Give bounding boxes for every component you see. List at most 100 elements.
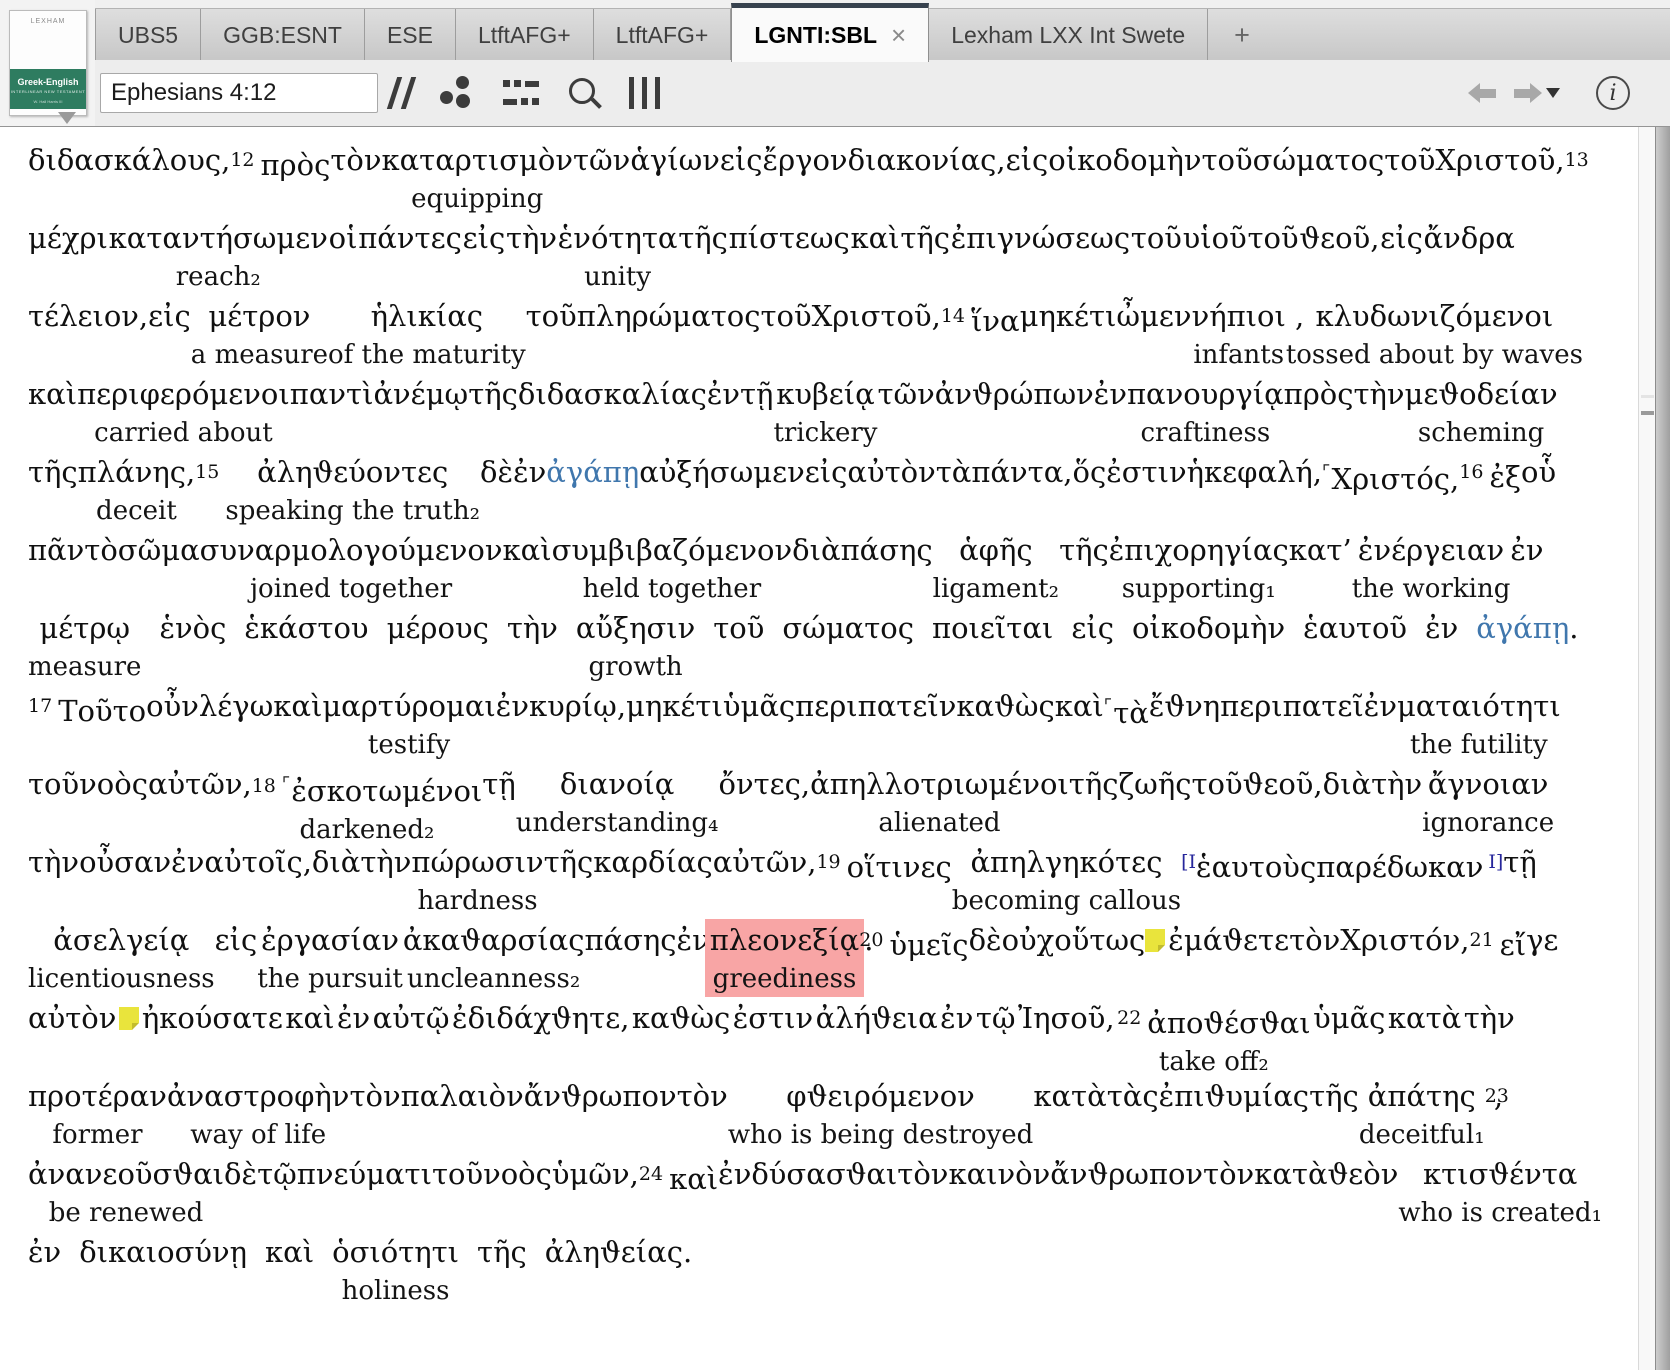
greek-word[interactable]: κυβείᾳ [776, 377, 875, 411]
greek-word[interactable]: ὑμεῖς [889, 928, 968, 962]
greek-word[interactable]: πᾶν [28, 533, 84, 567]
greek-word[interactable]: ποιεῖται [932, 611, 1053, 645]
greek-word[interactable]: σῶμα [118, 533, 200, 567]
greek-word[interactable]: τοῦ [1191, 767, 1242, 801]
greek-word[interactable]: καϑὼς [956, 689, 1054, 723]
greek-word[interactable]: ἐδιδάχϑητε, [452, 1001, 629, 1035]
greek-word[interactable]: κεφαλή, [1204, 455, 1322, 489]
greek-word[interactable]: ἁγίων [630, 143, 720, 177]
greek-word[interactable]: ἠκούσατε [142, 1001, 283, 1035]
greek-word[interactable]: διὰ [312, 845, 360, 879]
highlight-note-icon[interactable] [1145, 929, 1166, 952]
greek-word[interactable]: ἐν [171, 845, 204, 879]
greek-word[interactable]: τὸν [677, 1079, 728, 1113]
greek-word[interactable]: ματαιότητι [1397, 689, 1561, 723]
greek-word[interactable]: πάσης [841, 533, 933, 567]
history-dropdown-icon[interactable] [1546, 88, 1560, 98]
greek-word[interactable]: πληρώματος [577, 299, 761, 333]
greek-word[interactable]: ἀλήϑεια [816, 1001, 938, 1035]
greek-word[interactable]: παρέδωκαν [1316, 850, 1483, 884]
greek-word[interactable]: τῆς [477, 1235, 527, 1269]
new-tab-button[interactable]: + [1208, 9, 1276, 61]
greek-word[interactable]: ἐπιγνώσεως [951, 221, 1130, 255]
greek-word[interactable]: ἐν [1510, 533, 1543, 567]
greek-word[interactable]: οἵτινες [847, 850, 952, 884]
greek-word[interactable]: ὄντες, [718, 767, 810, 801]
greek-word[interactable]: μαρτύρομαι [322, 689, 495, 723]
greek-word[interactable]: τοῦ [1201, 143, 1252, 177]
greek-word[interactable]: ὁσιότητι [332, 1235, 459, 1269]
greek-word[interactable]: ἡλικίας [371, 299, 483, 333]
greek-word[interactable]: Χριστόν, [1340, 923, 1469, 957]
greek-word[interactable]: μεϑοδείαν [1405, 377, 1558, 411]
greek-word[interactable]: ἐν [1094, 377, 1127, 411]
greek-word[interactable]: Ἰησοῦ, [1018, 1001, 1115, 1035]
greek-word[interactable]: τὸν [897, 1157, 948, 1191]
reference-input[interactable] [100, 73, 378, 113]
greek-word[interactable]: ἐργασίαν [261, 923, 399, 957]
greek-word[interactable]: αὐτοῖς, [204, 845, 312, 879]
info-icon[interactable]: i [1596, 76, 1630, 110]
greek-word[interactable]: ἔργον [763, 143, 848, 177]
greek-word[interactable]: αὐτῶν, [148, 767, 252, 801]
greek-word[interactable]: τέλειον, [28, 299, 148, 333]
greek-word[interactable]: ἀπάτης [1368, 1079, 1476, 1113]
greek-word[interactable]: πώρωσιν [411, 845, 543, 879]
greek-word[interactable]: ἐπιϑυμίας [1159, 1079, 1309, 1113]
greek-word[interactable]: κλυδωνιζόμενοι [1316, 299, 1554, 333]
greek-word[interactable]: τοῦ [28, 767, 79, 801]
greek-word[interactable]: ζωῆς [1118, 767, 1191, 801]
greek-word[interactable]: τὴν [1353, 377, 1404, 411]
greek-word[interactable]: διδασκάλους, [28, 143, 230, 177]
greek-word[interactable]: νοὸς [483, 1157, 552, 1191]
greek-word[interactable]: ὑμᾶς [1313, 1001, 1385, 1035]
forward-arrow-icon[interactable] [1514, 82, 1542, 103]
greek-word[interactable]: τῶν [877, 377, 934, 411]
greek-word[interactable]: ἐν [707, 377, 740, 411]
greek-word[interactable]: ἐνδύσασϑαι [718, 1157, 897, 1191]
greek-word[interactable]: γε [1526, 923, 1558, 957]
greek-word[interactable]: καταρτισμὸν [381, 143, 573, 177]
greek-word[interactable]: περιφερόμενοι [77, 377, 290, 411]
greek-word[interactable]: τὰ [1113, 696, 1149, 730]
tab-ltftafg-[interactable]: LtftAFG+ [456, 9, 594, 61]
greek-word[interactable]: εἴ [1500, 928, 1526, 962]
greek-word[interactable]: ὅς [1073, 455, 1107, 489]
greek-word[interactable]: παντὶ [290, 377, 374, 411]
greek-word[interactable]: τοῦ [432, 1157, 483, 1191]
greek-word[interactable]: ἑνότητα [558, 221, 678, 255]
greek-word[interactable]: ϑεοῦ, [1299, 221, 1379, 255]
greek-word[interactable]: ἀκαϑαρσίας [403, 923, 585, 957]
greek-word[interactable]: ἄνϑρωπον [524, 1079, 677, 1113]
greek-word[interactable]: τὴν [507, 611, 558, 645]
greek-word[interactable]: οἰκοδομὴν [1048, 143, 1201, 177]
greek-word[interactable]: τὸ [84, 533, 118, 567]
greek-word[interactable]: τοῦ [760, 299, 811, 333]
greek-word[interactable]: πανουργίᾳ [1127, 377, 1284, 411]
greek-word[interactable]: ἐν [337, 1001, 370, 1035]
greek-word[interactable]: ἐστιν [733, 1001, 813, 1035]
greek-word[interactable]: ἄνϑρωπον [1050, 1157, 1203, 1191]
greek-word[interactable]: τοῦ [1384, 143, 1435, 177]
greek-word[interactable]: εἰς [1380, 221, 1423, 255]
greek-word[interactable]: τῆς [28, 455, 78, 489]
close-icon[interactable]: × [891, 22, 906, 48]
greek-word[interactable]: σώματος [782, 611, 914, 645]
greek-word[interactable]: Χριστός, [1331, 462, 1459, 496]
greek-word[interactable]: ὑμῶν, [552, 1157, 639, 1191]
greek-word[interactable]: καινὸν [948, 1157, 1050, 1191]
tab-ltftafg-[interactable]: LtftAFG+ [594, 9, 732, 61]
greek-word[interactable]: οἱ [329, 221, 358, 255]
greek-word[interactable]: ἄγνοιαν [1428, 767, 1549, 801]
greek-word[interactable]: τοῦ [526, 299, 577, 333]
greek-word[interactable]: ἑνὸς [159, 611, 226, 645]
greek-word[interactable]: τῆς [1059, 533, 1109, 567]
greek-word[interactable]: καὶ [1055, 689, 1104, 723]
greek-word[interactable]: τῶν [573, 143, 630, 177]
visual-filters-icon[interactable] [439, 75, 475, 111]
greek-word[interactable]: τὰς [1107, 1079, 1159, 1113]
greek-word[interactable]: υἱοῦ [1183, 221, 1247, 255]
greek-word[interactable]: κατὰ [1388, 1001, 1461, 1035]
greek-word[interactable]: τὸν [330, 143, 381, 177]
greek-word[interactable]: ἐστιν [1106, 455, 1186, 489]
